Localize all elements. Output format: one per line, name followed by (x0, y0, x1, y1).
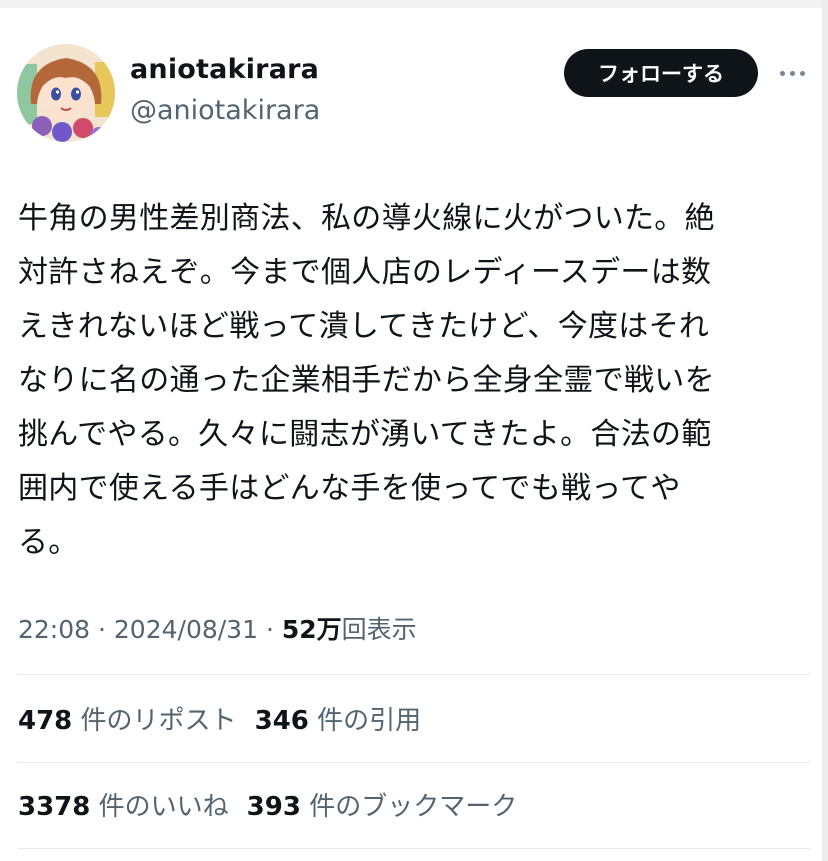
tweet-line: なりに名の通った企業相手だから全身全霊で戦いを (18, 363, 715, 398)
quotes-link[interactable]: 346 件の引用 (255, 706, 422, 736)
tweet-line: えきれないほど戦って潰してきたけど、今度はそれ (18, 309, 710, 344)
tweet-line: 牛角の男性差別商法、私の導火線に火がついた。絶 (18, 201, 715, 236)
tweet-text: 牛角の男性差別商法、私の導火線に火がついた。絶 対許さねえぞ。今まで個人店のレデ… (18, 192, 808, 570)
bookmarks-link[interactable]: 393 件のブックマーク (247, 792, 518, 822)
likes-bookmarks-row: 3378 件のいいね 393 件のブックマーク (18, 786, 517, 823)
tweet-time[interactable]: 22:08 (18, 615, 90, 644)
reposts-quotes-row: 478 件のリポスト 346 件の引用 (18, 700, 421, 737)
reposts-count: 478 (18, 706, 73, 736)
meta-separator: · (265, 615, 274, 644)
divider (18, 848, 810, 849)
bookmarks-label: 件のブックマーク (309, 792, 518, 822)
display-name[interactable]: aniotakirara (130, 54, 319, 85)
scrollbar-track[interactable] (822, 0, 828, 861)
tweet-date[interactable]: 2024/08/31 (114, 615, 258, 644)
reposts-label: 件のリポスト (80, 706, 237, 736)
user-handle[interactable]: @aniotakirara (130, 95, 320, 126)
likes-link[interactable]: 3378 件のいいね (18, 792, 229, 822)
reposts-link[interactable]: 478 件のリポスト (18, 706, 237, 736)
meta-separator: · (98, 615, 106, 644)
bookmarks-count: 393 (246, 792, 301, 822)
avatar[interactable] (17, 44, 115, 142)
divider (18, 674, 810, 675)
likes-label: 件のいいね (98, 792, 229, 822)
likes-count: 3378 (18, 792, 91, 822)
quotes-count: 346 (254, 706, 309, 736)
top-edge (0, 0, 828, 8)
views-label: 回表示 (341, 615, 417, 644)
tweet-line: 囲内で使える手はどんな手を使ってでも戦ってや (18, 471, 681, 506)
divider (18, 762, 810, 763)
tweet-line: る。 (18, 525, 79, 560)
more-dots-icon[interactable] (776, 58, 808, 88)
tweet-line: 対許さねえぞ。今まで個人店のレディースデーは数 (18, 255, 712, 290)
anime-girl-avatar-icon (17, 44, 115, 142)
quotes-label: 件の引用 (317, 706, 422, 736)
views-count: 52万 (281, 615, 342, 644)
dot (789, 70, 795, 76)
follow-button[interactable]: フォローする (564, 49, 758, 97)
dot (799, 70, 805, 76)
tweet-line: 挑んでやる。久々に闘志が湧いてきたよ。合法の範 (18, 417, 712, 452)
tweet-meta: 22:08 · 2024/08/31 · 52万回表示 (18, 610, 417, 646)
dot (779, 70, 785, 76)
